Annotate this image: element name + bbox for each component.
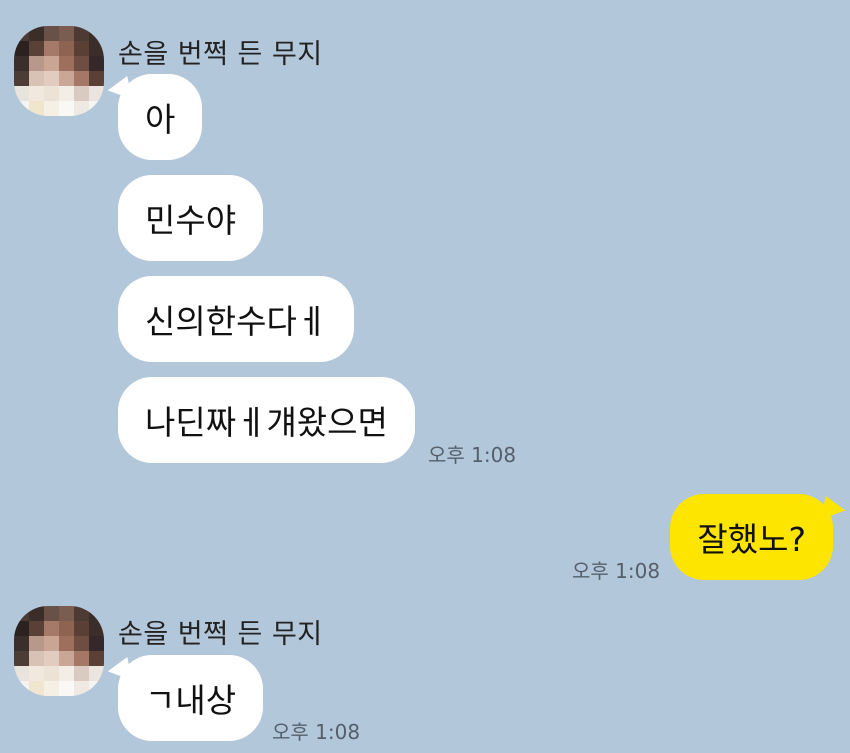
message-bubble[interactable]: ㄱ내상: [118, 655, 264, 741]
chat-room[interactable]: 손을 번쩍 든 무지 아 민수야 신의한수다ㅔ 나딘짜ㅔ걔왔으면 오후 1:08…: [0, 0, 850, 753]
message-time: 오후 1:08: [272, 720, 361, 744]
message-bubble[interactable]: 아: [118, 74, 203, 160]
my-message-bubble[interactable]: 잘했노?: [670, 494, 833, 580]
avatar[interactable]: [14, 606, 104, 696]
message-bubble[interactable]: 민수야: [118, 175, 264, 261]
message-time: 오후 1:08: [428, 443, 517, 467]
sender-name: 손을 번쩍 든 무지: [118, 619, 323, 650]
message-bubble[interactable]: 나딘짜ㅔ걔왔으면: [118, 377, 415, 463]
avatar[interactable]: [14, 26, 104, 116]
message-bubble[interactable]: 신의한수다ㅔ: [118, 276, 355, 362]
message-time: 오후 1:08: [572, 559, 661, 583]
sender-name: 손을 번쩍 든 무지: [118, 39, 323, 70]
